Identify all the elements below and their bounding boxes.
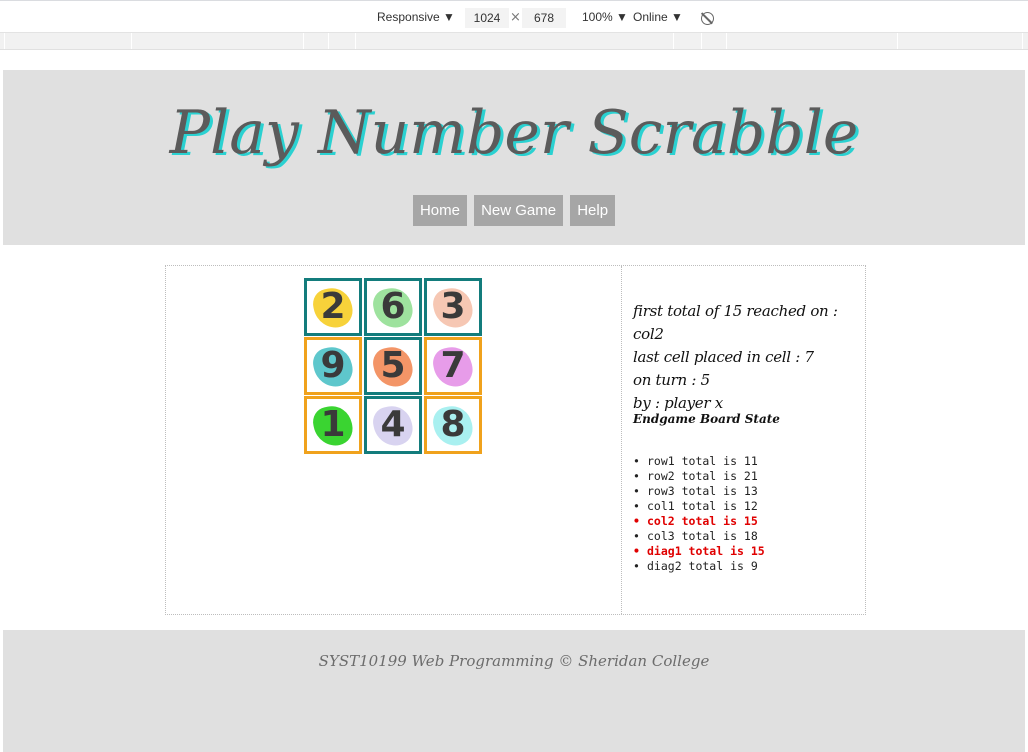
- zoom-selector[interactable]: 100% ▼: [582, 10, 628, 24]
- endgame-heading: Endgame Board State: [633, 412, 780, 426]
- total-item: col2 total is 15: [633, 514, 765, 529]
- page: Play Number Scrabble Home New Game Help …: [3, 70, 1025, 752]
- total-item: row2 total is 21: [633, 469, 765, 484]
- page-title: Play Number Scrabble: [169, 98, 859, 168]
- ruler-segment[interactable]: [304, 33, 329, 49]
- board-cell-8[interactable]: 4: [364, 396, 422, 454]
- footer-text: SYST10199 Web Programming © Sheridan Col…: [318, 652, 710, 670]
- board-cell-4[interactable]: 9: [304, 337, 362, 395]
- ruler-segment[interactable]: [329, 33, 356, 49]
- ruler-segment[interactable]: [132, 33, 304, 49]
- media-query-ruler: [0, 33, 1028, 50]
- cell-number: 3: [440, 286, 466, 327]
- board-cell-1[interactable]: 2: [304, 278, 362, 336]
- ruler-segment[interactable]: [727, 33, 898, 49]
- width-input[interactable]: 1024: [465, 8, 509, 28]
- device-selector[interactable]: Responsive ▼: [377, 10, 455, 24]
- cell-number: 4: [380, 404, 406, 445]
- ruler-segment[interactable]: [356, 33, 674, 49]
- dimension-separator: ×: [510, 10, 521, 25]
- height-input[interactable]: 678: [522, 8, 566, 28]
- header: Play Number Scrabble Home New Game Help: [3, 70, 1025, 245]
- board-cell-9[interactable]: 8: [424, 396, 482, 454]
- cell-number: 7: [440, 345, 466, 386]
- ruler-segment[interactable]: [5, 33, 132, 49]
- panel-divider: [621, 266, 622, 614]
- total-item: row1 total is 11: [633, 454, 765, 469]
- device-toolbar: Responsive ▼ 1024 × 678 100% ▼ Online ▼: [0, 0, 1028, 33]
- cell-number: 1: [320, 404, 346, 445]
- cell-number: 9: [320, 345, 346, 386]
- footer: SYST10199 Web Programming © Sheridan Col…: [3, 630, 1025, 752]
- total-item: row3 total is 13: [633, 484, 765, 499]
- board-cell-3[interactable]: 3: [424, 278, 482, 336]
- first-total-text: first total of 15 reached on : col2: [633, 302, 838, 343]
- totals-list: row1 total is 11row2 total is 21row3 tot…: [633, 454, 765, 574]
- last-cell-text: last cell placed in cell : 7: [633, 348, 814, 366]
- game-board: 263 957 148: [304, 278, 484, 456]
- board-cell-7[interactable]: 1: [304, 396, 362, 454]
- nav-new-game-button[interactable]: New Game: [474, 195, 564, 226]
- cell-number: 8: [440, 404, 466, 445]
- total-item: diag1 total is 15: [633, 544, 765, 559]
- nav-bar: Home New Game Help: [3, 195, 1025, 226]
- cell-number: 6: [380, 286, 406, 327]
- nav-help-button[interactable]: Help: [570, 195, 616, 226]
- total-item: col3 total is 18: [633, 529, 765, 544]
- total-item: diag2 total is 9: [633, 559, 765, 574]
- ruler-segment[interactable]: [898, 33, 1023, 49]
- nav-home-button[interactable]: Home: [412, 195, 467, 226]
- network-selector[interactable]: Online ▼: [633, 10, 683, 24]
- game-panel: 263 957 148 first total of 15 reached on :…: [165, 265, 866, 615]
- board-cell-6[interactable]: 7: [424, 337, 482, 395]
- total-item: col1 total is 12: [633, 499, 765, 514]
- cell-number: 2: [320, 286, 346, 327]
- turn-text: on turn : 5: [633, 371, 710, 389]
- board-cell-5[interactable]: 5: [364, 337, 422, 395]
- board-cell-2[interactable]: 6: [364, 278, 422, 336]
- rotate-icon[interactable]: [701, 12, 714, 25]
- cell-number: 5: [380, 345, 406, 386]
- ruler-segment[interactable]: [674, 33, 702, 49]
- ruler-segment[interactable]: [702, 33, 727, 49]
- result-info: first total of 15 reached on : col2 last…: [633, 300, 863, 415]
